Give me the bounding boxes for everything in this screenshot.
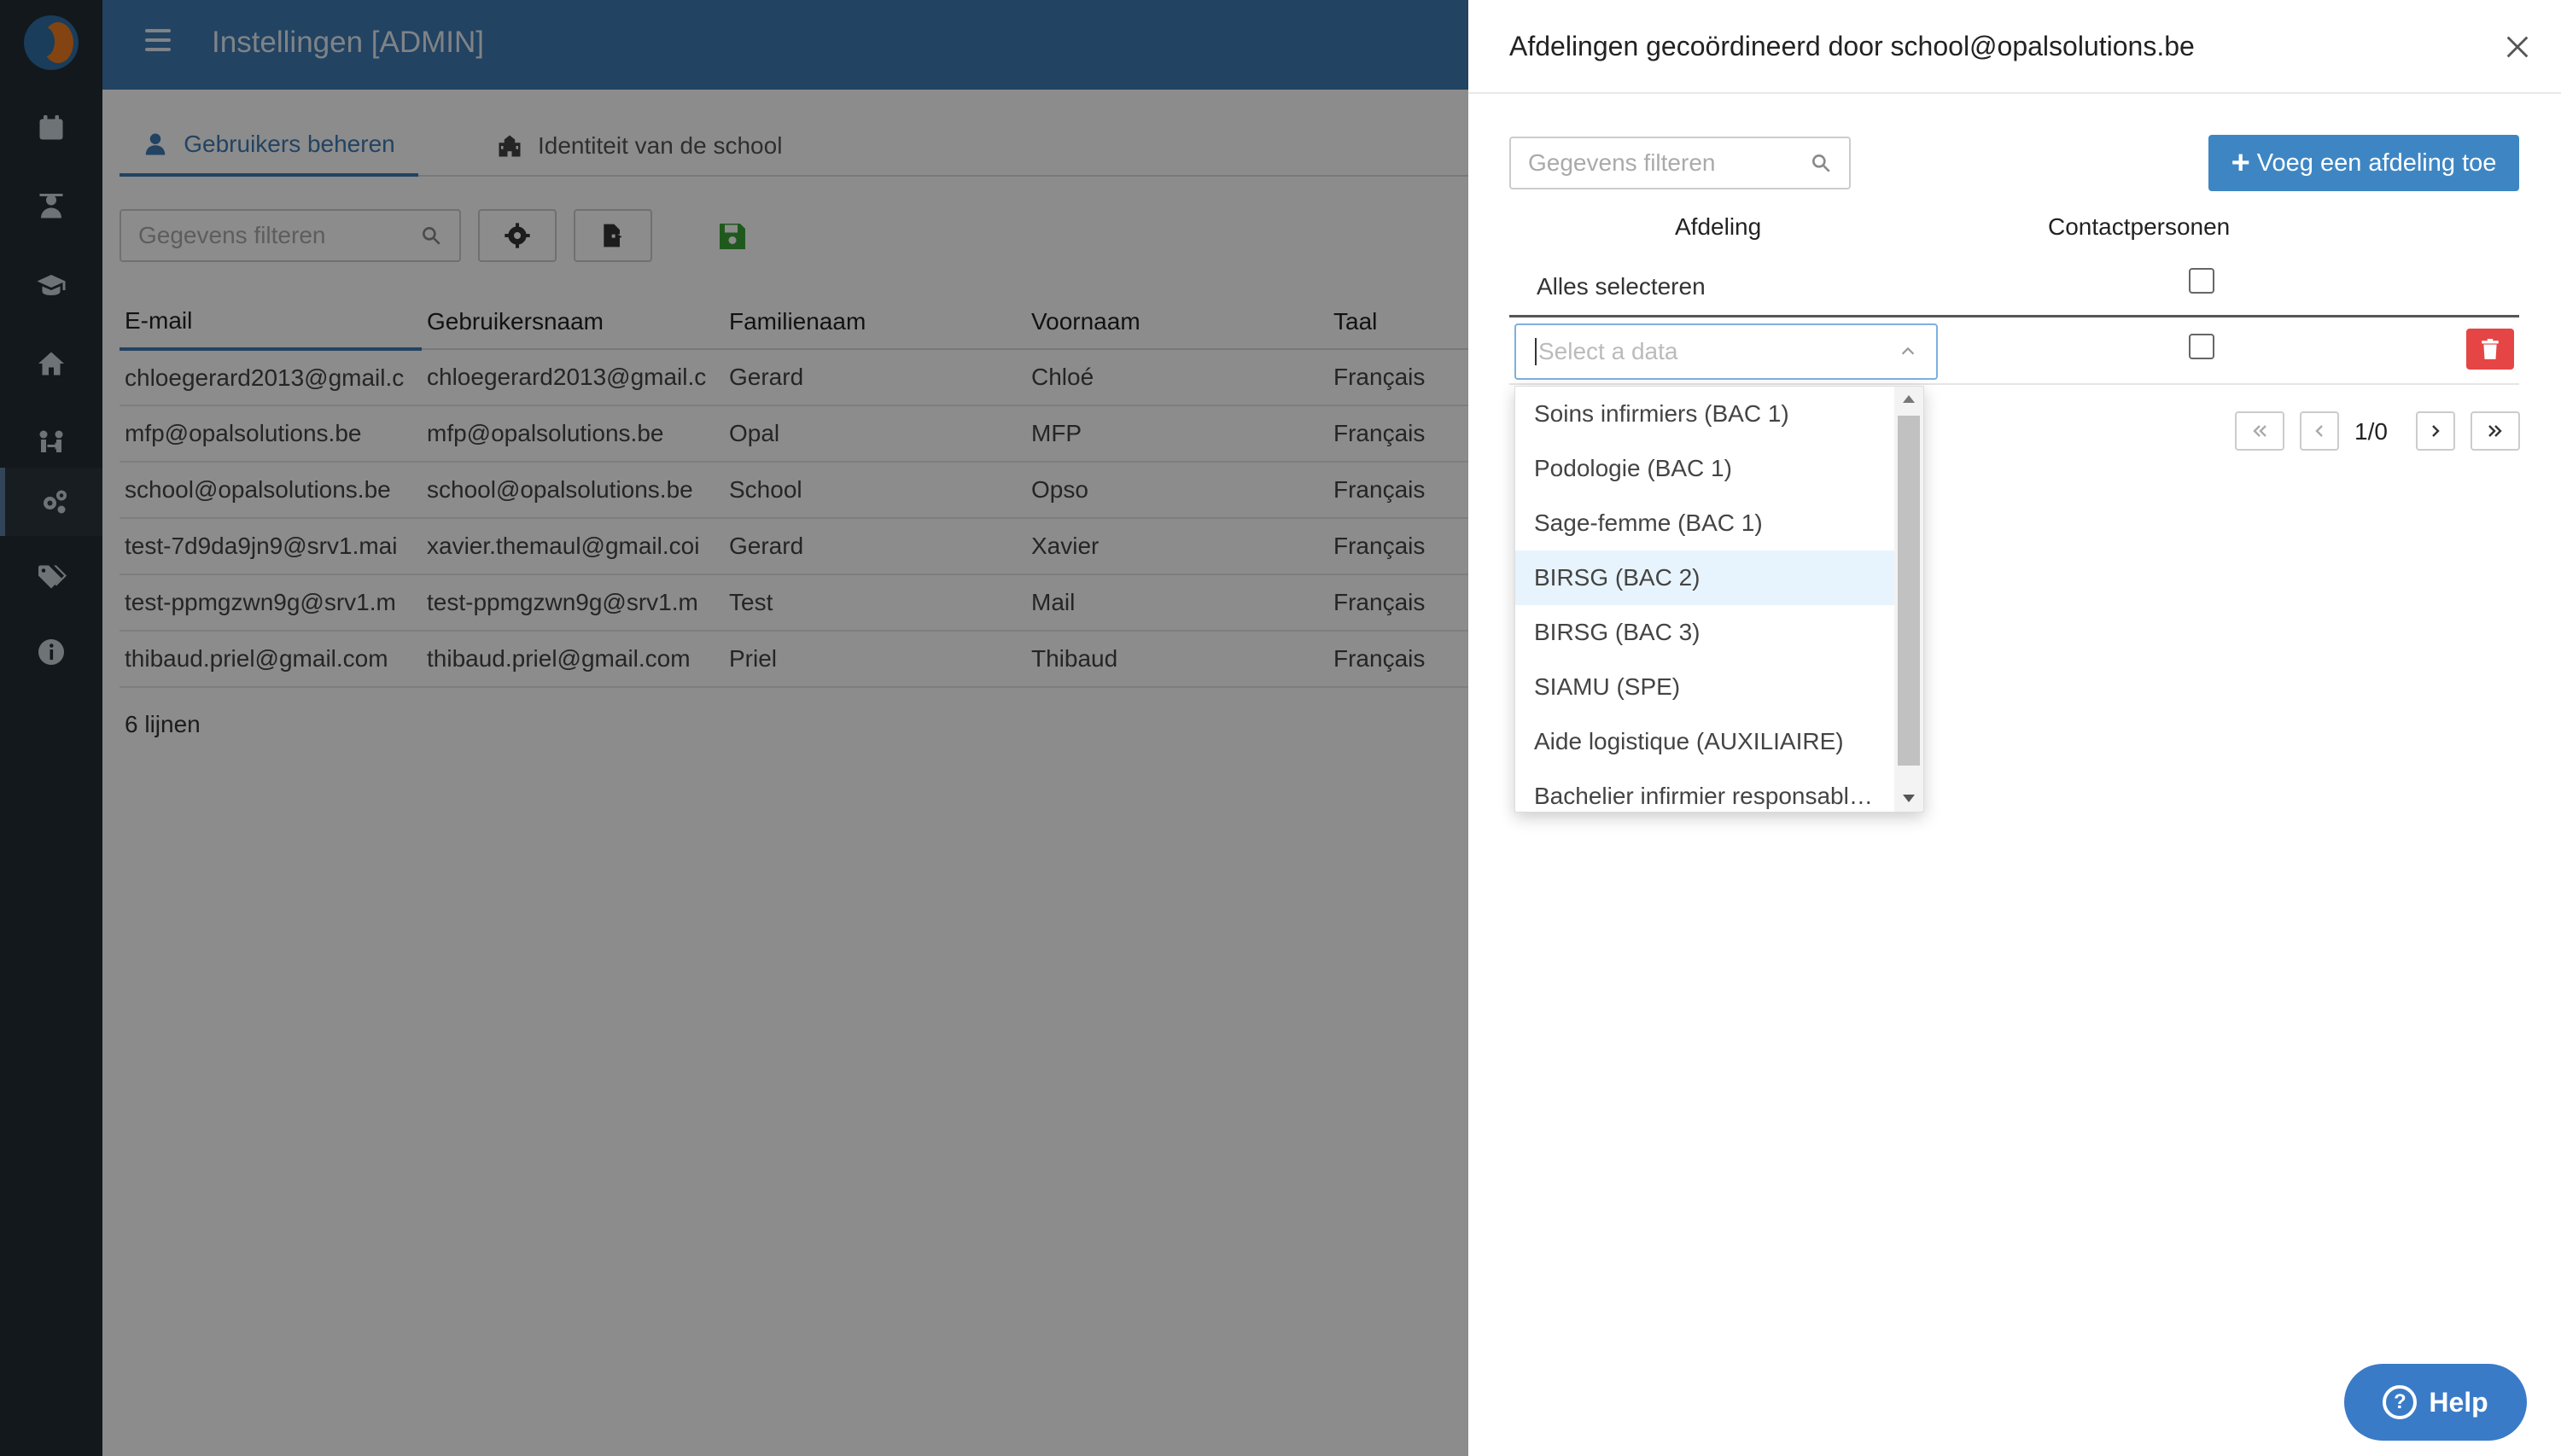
scroll-up-arrow-icon[interactable] xyxy=(1903,395,1915,403)
chevron-right-icon xyxy=(2432,425,2440,437)
dropdown-option[interactable]: BIRSG (BAC 3) xyxy=(1515,605,1894,660)
dropdown-option[interactable]: Bachelier infirmier responsabl… xyxy=(1515,769,1894,812)
question-icon: ? xyxy=(2383,1385,2418,1419)
dropdown-option-highlighted[interactable]: BIRSG (BAC 2) xyxy=(1515,550,1894,605)
dropdown-option[interactable]: Podologie (BAC 1) xyxy=(1515,441,1894,496)
last-page-button[interactable] xyxy=(2471,411,2520,451)
scroll-down-arrow-icon[interactable] xyxy=(1903,795,1915,802)
col-department: Afdeling xyxy=(1675,213,1762,240)
search-icon xyxy=(1812,154,1830,172)
scrollbar-thumb[interactable] xyxy=(1898,416,1920,766)
dropdown-option[interactable]: SIAMU (SPE) xyxy=(1515,660,1894,714)
help-label: Help xyxy=(2429,1386,2488,1418)
prev-page-button[interactable] xyxy=(2300,411,2339,451)
select-placeholder: Select a data xyxy=(1535,338,1677,365)
dropdown-option[interactable]: Aide logistique (AUXILIAIRE) xyxy=(1515,714,1894,769)
filter-placeholder: Gegevens filteren xyxy=(1528,149,1716,176)
chevron-up-icon xyxy=(1901,347,1915,355)
select-all-checkbox[interactable] xyxy=(2189,268,2214,294)
close-icon[interactable] xyxy=(2503,32,2532,61)
add-department-button[interactable]: + Voeg een afdeling toe xyxy=(2208,135,2519,191)
add-department-label: Voeg een afdeling toe xyxy=(2256,149,2497,177)
department-select[interactable]: Select a data xyxy=(1514,323,1938,380)
help-button[interactable]: ? Help xyxy=(2344,1364,2527,1441)
select-all-row: Alles selecteren xyxy=(1509,256,2519,317)
double-chevron-right-icon xyxy=(2488,425,2502,437)
dropdown-scrollbar[interactable] xyxy=(1894,387,1923,812)
modal-backdrop[interactable] xyxy=(0,0,1468,1456)
double-chevron-left-icon xyxy=(2253,425,2266,437)
page-indicator: 1/0 xyxy=(2354,418,2388,445)
select-all-label: Alles selecteren xyxy=(1537,273,1706,300)
departments-filter-input[interactable]: Gegevens filteren xyxy=(1509,137,1851,189)
drawer-header: Afdelingen gecoördineerd door school@opa… xyxy=(1468,0,2561,94)
plus-icon: + xyxy=(2231,144,2250,181)
dropdown-option[interactable]: Sage-femme (BAC 1) xyxy=(1515,496,1894,550)
department-row: Select a data xyxy=(1509,320,2519,385)
next-page-button[interactable] xyxy=(2416,411,2455,451)
col-contact-persons: Contactpersonen xyxy=(2048,213,2231,240)
contact-person-checkbox[interactable] xyxy=(2189,334,2214,359)
chevron-left-icon xyxy=(2315,425,2323,437)
trash-icon xyxy=(2482,339,2499,359)
dropdown-option[interactable]: Soins infirmiers (BAC 1) xyxy=(1515,387,1894,441)
delete-row-button[interactable] xyxy=(2466,329,2514,370)
drawer-title: Afdelingen gecoördineerd door school@opa… xyxy=(1509,31,2195,61)
department-dropdown: Soins infirmiers (BAC 1) Podologie (BAC … xyxy=(1514,386,1924,812)
first-page-button[interactable] xyxy=(2235,411,2284,451)
